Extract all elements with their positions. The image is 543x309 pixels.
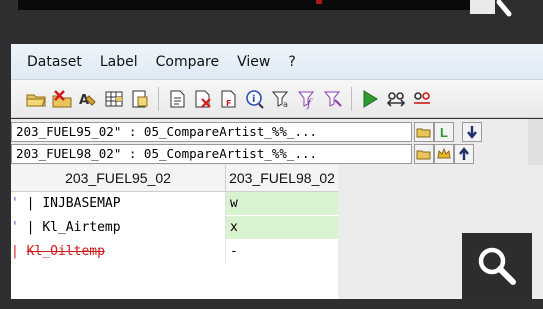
svg-text:a: a (283, 100, 288, 109)
crown-icon (437, 147, 451, 159)
row-label-cell: ' | Kl_Airtemp (11, 216, 226, 239)
row-divider: | (11, 244, 27, 259)
open-folder-icon[interactable] (25, 88, 47, 110)
compare-alt-icon[interactable] (411, 88, 433, 110)
top-red-mark (316, 0, 322, 4)
row-value: - (230, 244, 238, 259)
menu-help[interactable]: ? (279, 54, 304, 70)
column-header-1[interactable]: 203_FUEL95_02 (11, 165, 226, 191)
table-row[interactable]: ' | INJBASEMAP w (11, 192, 338, 215)
table-row[interactable]: ' | Kl_Airtemp x (11, 216, 338, 239)
filter-icon[interactable]: a (270, 88, 292, 110)
top-dark-strip (0, 0, 543, 42)
delete-document-icon[interactable] (192, 88, 214, 110)
grid-icon[interactable] (103, 88, 125, 110)
open-folder-icon (416, 128, 431, 138)
dataset-combo-2[interactable]: 203_FUEL98_02" : 05_CompareArtist_%%_... (11, 144, 412, 164)
filter-document-icon[interactable]: F (218, 88, 240, 110)
menu-dataset[interactable]: Dataset (11, 54, 91, 70)
row-name: INJBASEMAP (42, 196, 121, 211)
row-label-cell: | Kl_Oiltemp (11, 240, 226, 263)
document-icon[interactable] (166, 88, 188, 110)
column-header-2[interactable]: 203_FUEL98_02 (226, 165, 339, 191)
search-icon-top (496, 0, 512, 17)
menu-view[interactable]: View (228, 54, 279, 70)
row-divider: | (26, 196, 43, 211)
svg-text:i: i (252, 94, 255, 105)
grid-header: 203_FUEL95_02 203_FUEL98_02 (11, 165, 339, 192)
menu-bar: Dataset Label Compare View ? (11, 44, 543, 80)
play-icon[interactable] (359, 88, 381, 110)
open-folder-icon (416, 150, 431, 160)
label-icon[interactable]: A (77, 88, 99, 110)
svg-text:f: f (306, 97, 313, 110)
row-divider: | (26, 220, 43, 235)
toolbar: A F i a f (11, 80, 543, 118)
filter-function-icon[interactable]: f (296, 88, 318, 110)
top-black-bar (18, 0, 470, 10)
dataset-selector-area: 203_FUEL95_02" : 05_CompareArtist_%%_...… (11, 119, 543, 165)
open-folder-button-2[interactable] (414, 144, 434, 164)
edit-folder-icon[interactable] (51, 88, 73, 110)
row-marker: ' (11, 196, 19, 211)
compare-icon[interactable] (385, 88, 407, 110)
toolbar-right-gutter (528, 119, 543, 165)
menu-compare[interactable]: Compare (147, 54, 229, 70)
svg-text:F: F (226, 99, 231, 108)
info-icon[interactable]: i (244, 88, 266, 110)
top-light-block (470, 0, 495, 14)
table-row[interactable]: | Kl_Oiltemp - (11, 240, 338, 263)
move-down-button[interactable] (462, 122, 482, 142)
toolbar-separator (351, 86, 352, 111)
search-button[interactable] (462, 233, 532, 299)
menu-label[interactable]: Label (91, 54, 147, 70)
row-label-cell: ' | INJBASEMAP (11, 192, 226, 215)
toolbar-separator (158, 86, 159, 111)
label-button[interactable]: L (434, 122, 454, 142)
row-name: Kl_Oiltemp (26, 244, 105, 259)
row-value: w (226, 192, 338, 215)
open-folder-button-1[interactable] (414, 122, 434, 142)
row-marker: ' (11, 220, 19, 235)
row-name: Kl_Airtemp (42, 220, 121, 235)
arrow-down-icon (467, 126, 477, 139)
bottom-dark-strip (0, 299, 543, 309)
arrow-up-icon (459, 147, 469, 160)
filter-clear-icon[interactable] (322, 88, 344, 110)
move-up-button[interactable] (454, 144, 474, 164)
export-icon[interactable] (129, 88, 151, 110)
crown-button[interactable] (434, 144, 454, 164)
dataset-combo-1[interactable]: 203_FUEL95_02" : 05_CompareArtist_%%_... (11, 122, 412, 142)
search-icon (478, 247, 516, 285)
row-value: x (226, 216, 338, 239)
